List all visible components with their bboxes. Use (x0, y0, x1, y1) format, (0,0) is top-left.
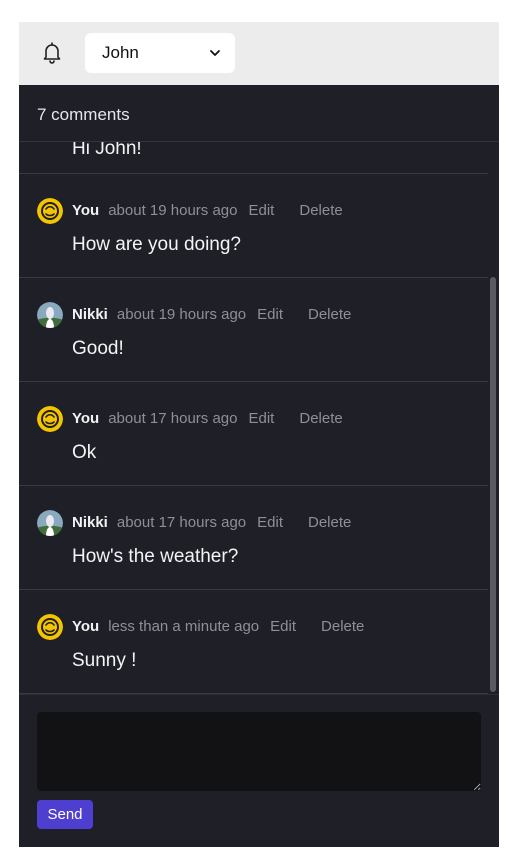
comment-item: Nikki about 19 hours ago Edit Delete Goo… (19, 278, 488, 382)
comment-body: How's the weather? (72, 546, 239, 567)
comment-item: You about 17 hours ago Edit Delete Ok (19, 382, 488, 486)
comment-body: Hi John! (72, 142, 142, 159)
comment-body: Good! (72, 338, 124, 359)
you-avatar (37, 406, 63, 432)
comment-time: about 17 hours ago (116, 514, 247, 531)
delete-button[interactable]: Delete (299, 202, 342, 219)
user-select-value: John (102, 43, 139, 62)
comment-item: You about 19 hours ago Edit Delete How a… (19, 174, 488, 278)
composer-divider (19, 694, 499, 695)
comment-item: Hi John! (19, 142, 488, 174)
comment-author: Nikki (72, 514, 108, 531)
edit-button[interactable]: Edit (257, 306, 283, 323)
comment-meta: You about 19 hours ago Edit Delete (72, 202, 343, 219)
comment-list: Hi John! You about 19 hours ago Edit Del… (19, 142, 488, 694)
comment-meta: You less than a minute ago Edit Delete (72, 618, 364, 635)
comment-author: You (72, 202, 100, 219)
top-bar: John (19, 22, 499, 85)
comment-body: Sunny ! (72, 650, 137, 671)
comment-time: less than a minute ago (108, 618, 260, 635)
bell-icon[interactable] (40, 40, 64, 64)
comment-input[interactable] (37, 712, 481, 791)
comment-time: about 19 hours ago (108, 202, 238, 219)
comment-item: You less than a minute ago Edit Delete S… (19, 590, 488, 694)
edit-button[interactable]: Edit (270, 618, 296, 635)
comment-meta: You about 17 hours ago Edit Delete (72, 410, 343, 427)
delete-button[interactable]: Delete (321, 618, 364, 635)
edit-button[interactable]: Edit (257, 514, 283, 531)
edit-button[interactable]: Edit (249, 410, 275, 427)
you-avatar (37, 198, 63, 224)
send-button[interactable]: Send (37, 800, 93, 829)
comment-meta: Nikki about 19 hours ago Edit Delete (72, 306, 351, 323)
edit-button[interactable]: Edit (249, 202, 275, 219)
comment-item: Nikki about 17 hours ago Edit Delete How… (19, 486, 488, 590)
comment-meta: Nikki about 17 hours ago Edit Delete (72, 514, 351, 531)
comments-app: John 7 comments Hi John! You about 19 ho… (19, 22, 499, 847)
comment-author: You (72, 410, 100, 427)
comment-list-scrollbar[interactable] (488, 142, 499, 694)
comment-list-viewport[interactable]: Hi John! You about 19 hours ago Edit Del… (19, 142, 499, 694)
comment-time: about 19 hours ago (116, 306, 247, 323)
nikki-avatar (37, 302, 63, 328)
comment-time: about 17 hours ago (108, 410, 238, 427)
comment-author: Nikki (72, 306, 108, 323)
comment-author: You (72, 618, 100, 635)
comment-body: Ok (72, 442, 97, 463)
scrollbar-thumb[interactable] (490, 277, 496, 692)
you-avatar (37, 614, 63, 640)
comment-count: 7 comments (19, 85, 499, 142)
delete-button[interactable]: Delete (308, 306, 351, 323)
delete-button[interactable]: Delete (308, 514, 351, 531)
nikki-avatar (37, 510, 63, 536)
user-select[interactable]: John (85, 33, 235, 73)
delete-button[interactable]: Delete (299, 410, 342, 427)
chevron-down-icon (210, 50, 220, 56)
comment-body: How are you doing? (72, 234, 241, 255)
